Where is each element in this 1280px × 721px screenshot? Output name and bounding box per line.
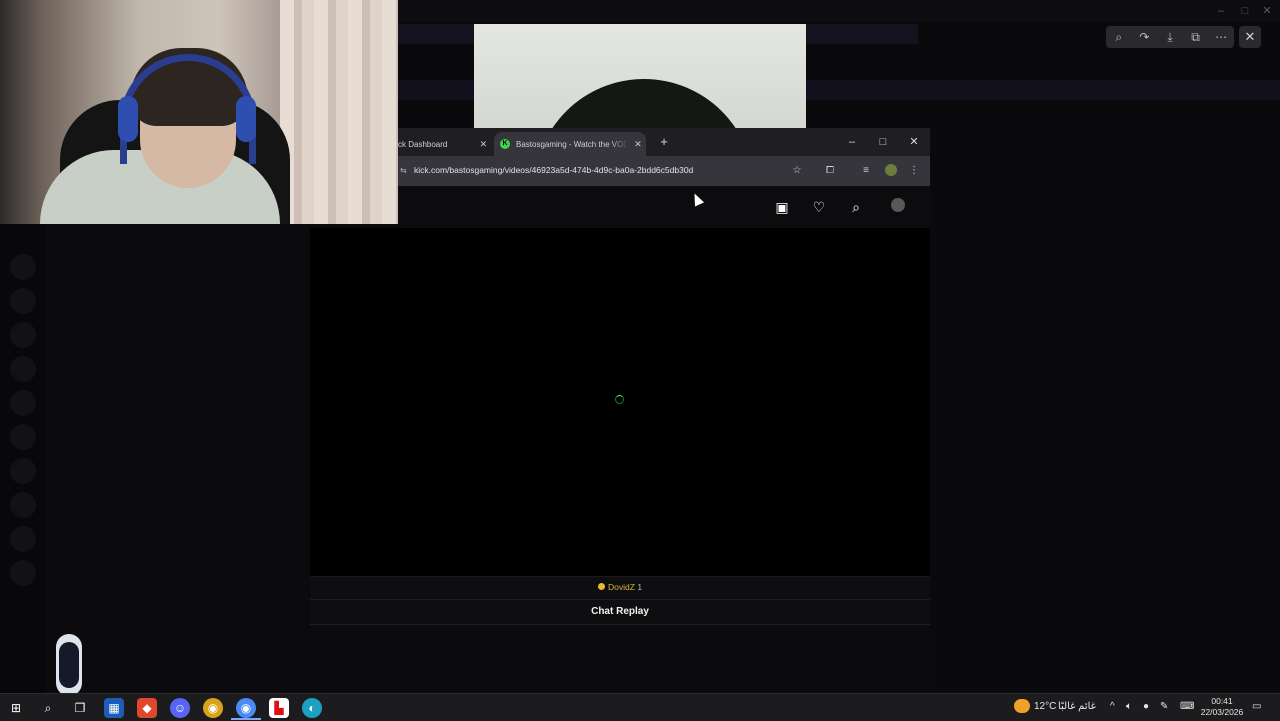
headset-earcup-left — [118, 96, 138, 142]
image-viewer-toolbar: ⌕ ↷ ⤓ ⧉ ⋯ — [1106, 26, 1234, 48]
start-icon[interactable]: ⊞ — [6, 698, 26, 718]
new-tab-button[interactable]: + — [656, 134, 672, 150]
chat-replay-heading: Chat Replay — [591, 606, 649, 617]
discord-icon[interactable]: ☺ — [170, 698, 190, 718]
zoom-icon[interactable]: ⌕ — [1111, 29, 1127, 45]
microphone-icon[interactable]: ● — [1143, 701, 1149, 712]
webcam-overlay — [0, 0, 398, 224]
tab-strip: ck Dashboard ✕ K Bastosgaming - Watch th… — [398, 128, 930, 156]
system-clock[interactable]: 00:41 22/03/2026 — [1200, 696, 1244, 718]
more-icon[interactable]: ⋯ — [1213, 29, 1229, 45]
server-icon[interactable] — [10, 458, 36, 484]
viewer-photo — [474, 24, 806, 130]
browser-toolbar: ⇆ kick.com/bastosgaming/videos/46923a5d-… — [398, 156, 930, 186]
background-close-button[interactable]: ✕ — [1260, 4, 1274, 18]
edge-icon[interactable]: ◐ — [302, 698, 322, 718]
search-icon[interactable]: ⌕ — [38, 698, 58, 718]
following-heart-icon[interactable]: ♡ — [811, 199, 827, 215]
minimize-button[interactable]: – — [843, 134, 861, 150]
server-icon[interactable] — [10, 424, 36, 450]
tab-bastosgaming-vod[interactable]: K Bastosgaming - Watch the VOD ✕ — [494, 132, 646, 156]
media-controls-icon[interactable]: ≡ — [859, 164, 873, 178]
server-icon[interactable] — [10, 322, 36, 348]
chat-username[interactable]: DovidZ 1 — [608, 582, 642, 592]
background-minimize-button[interactable]: – — [1214, 4, 1228, 18]
close-button[interactable]: ✕ — [905, 134, 923, 150]
chat-messages — [310, 625, 930, 693]
background-title-bar — [398, 0, 1280, 22]
weather-icon[interactable] — [1014, 699, 1030, 713]
profile-avatar-icon[interactable] — [885, 164, 897, 176]
chrome-beta-icon[interactable]: ◉ — [203, 698, 223, 718]
browser-menu-icon[interactable]: ⋮ — [907, 164, 921, 178]
image-viewer-close-button[interactable]: ✕ — [1239, 26, 1261, 48]
kick-site-header: ▣ ♡ ⌕ — [398, 186, 930, 228]
clips-icon[interactable]: ▣ — [774, 199, 790, 215]
speaker-icon[interactable]: 🔈︎ — [1126, 701, 1132, 712]
chevron-up-icon[interactable]: ^ — [1110, 701, 1115, 712]
server-icon[interactable] — [10, 560, 36, 586]
notifications-icon[interactable]: ▭ — [1252, 701, 1261, 712]
task-view-icon[interactable]: ❐ — [70, 698, 90, 718]
discord-server-rail — [0, 224, 46, 693]
chrome-icon[interactable]: ◉ — [236, 698, 256, 718]
loading-spinner-icon — [615, 395, 624, 404]
server-icon[interactable] — [10, 492, 36, 518]
clock-date: 22/03/2026 — [1200, 707, 1244, 717]
tab-close-button[interactable]: ✕ — [632, 139, 644, 150]
maximize-button[interactable]: □ — [874, 134, 892, 150]
server-icon[interactable] — [10, 254, 36, 280]
discord-user-avatar[interactable] — [56, 634, 82, 696]
pen-icon[interactable]: ✎ — [1160, 701, 1168, 712]
weather-temperature[interactable]: 12°C — [1034, 701, 1056, 712]
tab-close-button[interactable]: ✕ — [477, 139, 489, 150]
photo-person-hair — [534, 79, 754, 130]
open-external-icon[interactable]: ⧉ — [1188, 29, 1204, 45]
server-icon[interactable] — [10, 288, 36, 314]
chat-user-badge-icon — [598, 583, 605, 590]
background-maximize-button[interactable]: □ — [1238, 4, 1252, 18]
pdf-reader-icon[interactable]: ▙ — [269, 698, 289, 718]
webcam-curtain — [280, 0, 398, 224]
chat-divider — [310, 599, 930, 600]
tab-kick-dashboard[interactable]: ck Dashboard ✕ — [398, 132, 492, 156]
brave-browser-icon[interactable]: ◆ — [137, 698, 157, 718]
windows-taskbar: ⊞ ⌕ ❐ ▦ ◆ ☺ ◉ ◉ ▙ ◐ 12°C غائم غالبًا ^ 🔈… — [0, 693, 1280, 721]
keyboard-icon[interactable]: ⌨ — [1180, 701, 1194, 712]
headset-earcup-right — [236, 96, 256, 142]
extensions-icon[interactable]: ⧠ — [823, 164, 837, 178]
download-icon[interactable]: ⤓ — [1162, 29, 1178, 45]
search-icon[interactable]: ⌕ — [848, 199, 864, 215]
tab-label: Bastosgaming - Watch the VOD — [516, 139, 628, 149]
server-icon[interactable] — [10, 390, 36, 416]
address-bar[interactable]: kick.com/bastosgaming/videos/46923a5d-47… — [414, 165, 693, 175]
avatar-emblem — [59, 642, 79, 688]
server-icon[interactable] — [10, 526, 36, 552]
share-icon[interactable]: ↷ — [1136, 29, 1152, 45]
store-icon[interactable]: ▦ — [104, 698, 124, 718]
bookmark-star-icon[interactable]: ☆ — [790, 164, 804, 178]
weather-description[interactable]: غائم غالبًا — [1058, 701, 1096, 712]
server-icon[interactable] — [10, 356, 36, 382]
kick-favicon-icon: K — [500, 139, 510, 149]
user-avatar[interactable] — [891, 198, 905, 212]
site-info-icon[interactable]: ⇆ — [400, 166, 408, 176]
clock-time: 00:41 — [1211, 696, 1233, 706]
discord-channel-list — [46, 224, 308, 693]
tab-label: ck Dashboard — [398, 139, 448, 149]
